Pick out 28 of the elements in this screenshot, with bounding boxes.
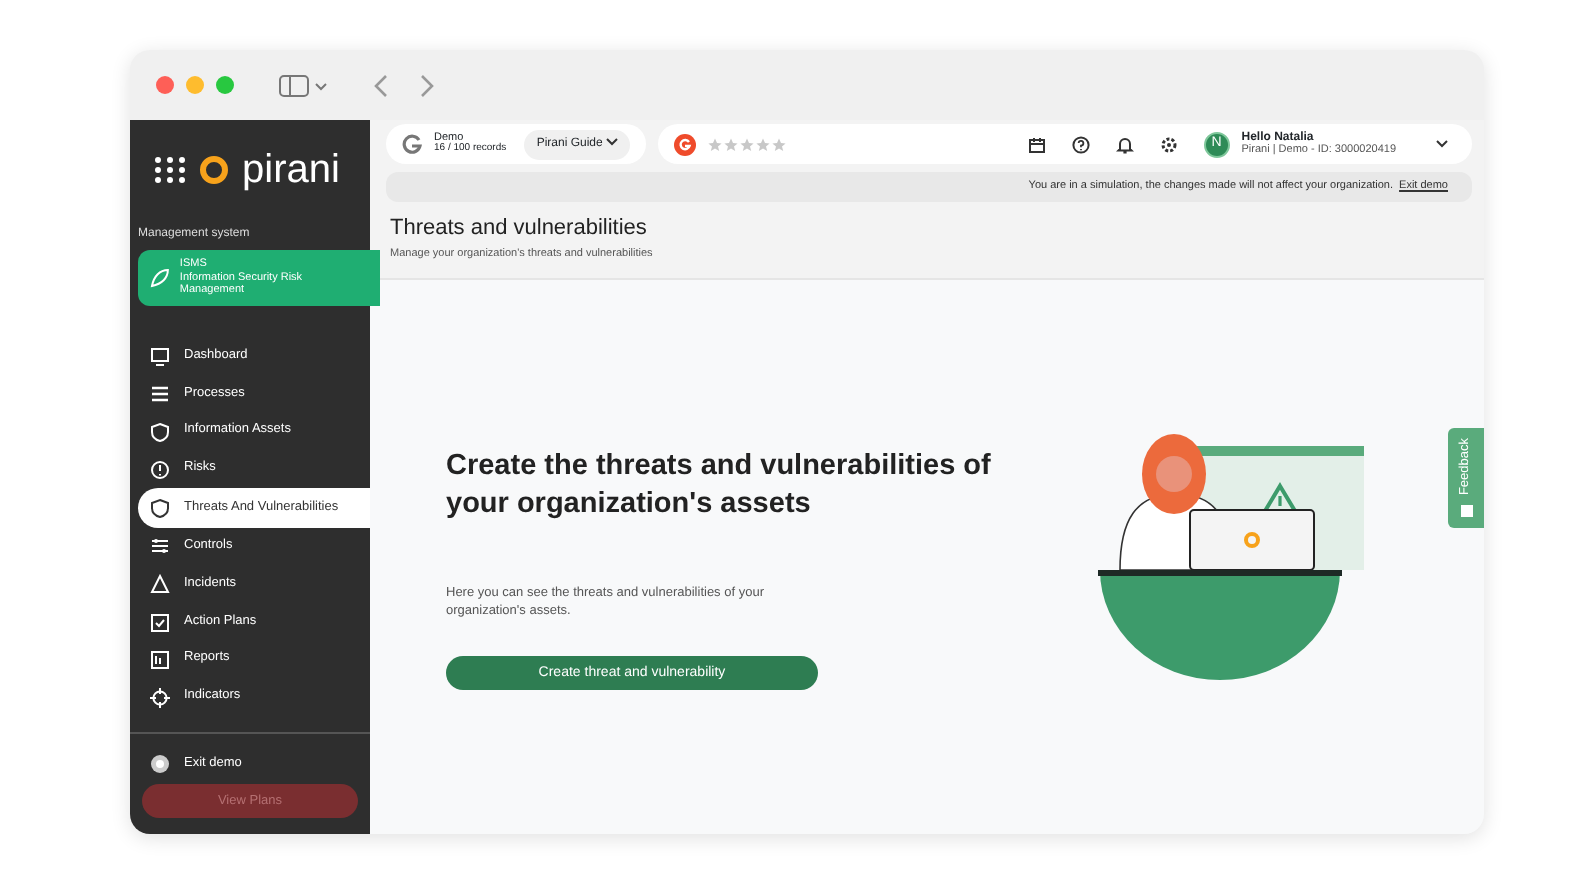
list-icon <box>150 383 170 404</box>
shield-icon <box>150 421 170 442</box>
sidebar-toggle-icon[interactable] <box>278 73 330 97</box>
app-grid-icon[interactable] <box>154 156 186 184</box>
help-icon[interactable] <box>1071 135 1090 153</box>
checklist-icon <box>150 611 170 632</box>
calendar-icon[interactable] <box>1027 135 1046 153</box>
monitor-icon <box>150 346 170 367</box>
exit-circle-icon <box>150 754 170 775</box>
settings-icon[interactable] <box>1159 135 1178 153</box>
shield-icon <box>150 497 170 518</box>
page-title: Threats and vulnerabilities <box>390 218 649 240</box>
logo-text: pirani <box>242 150 340 190</box>
close-dot-icon[interactable] <box>156 76 174 94</box>
report-icon <box>150 649 170 670</box>
ring-logo-icon <box>198 154 230 186</box>
target-icon <box>150 687 170 708</box>
warning-triangle-icon <box>150 574 170 595</box>
chevron-down-icon <box>606 137 618 146</box>
g-logo-icon <box>402 134 422 154</box>
minimize-dot-icon[interactable] <box>186 76 204 94</box>
leaf-icon <box>150 267 170 288</box>
bell-icon[interactable] <box>1115 135 1134 153</box>
empty-state-heading: Create the threats and vulnerabilities of your organization's assets <box>446 447 993 523</box>
sliders-icon <box>150 536 170 557</box>
alert-circle-icon <box>150 459 170 480</box>
maximize-dot-icon[interactable] <box>216 76 234 94</box>
chevron-down-icon[interactable] <box>1436 140 1448 148</box>
